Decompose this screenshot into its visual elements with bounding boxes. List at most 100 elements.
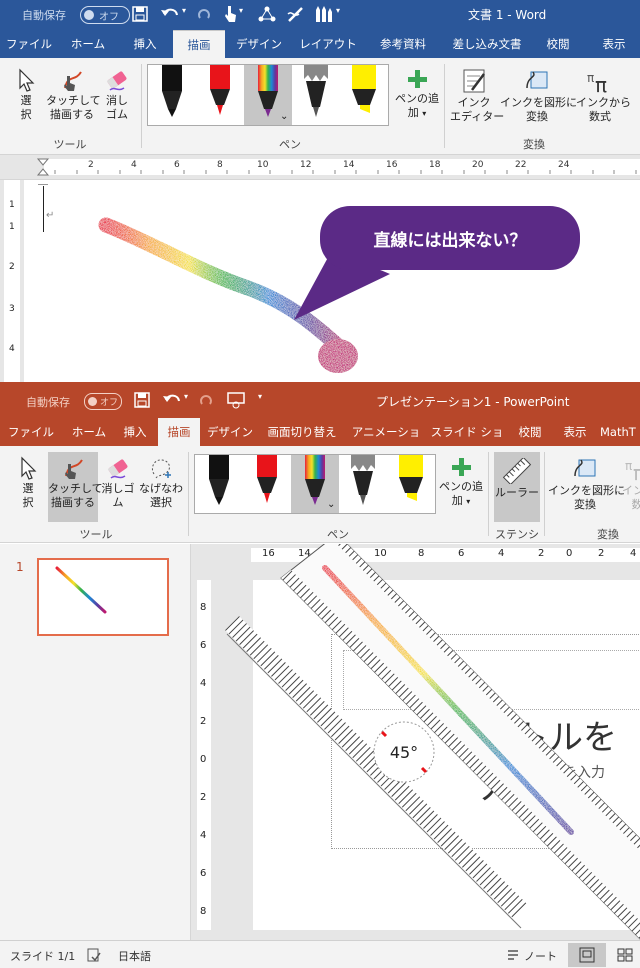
svg-text:π: π [595, 73, 607, 94]
undo-dropdown-icon[interactable]: ▾ [184, 392, 188, 401]
tab-file[interactable]: ファイル [4, 418, 58, 446]
tab-file[interactable]: ファイル [4, 30, 54, 58]
ruler-angle-dial[interactable]: 45° [373, 721, 435, 783]
tools-group-label: ツール [79, 528, 113, 541]
ink-to-shape-button[interactable]: インクを図形に 変換 [548, 456, 625, 512]
tab-references[interactable]: 参考資料 [368, 30, 438, 58]
tab-view[interactable]: 表示 [556, 418, 594, 446]
touch-draw-button[interactable]: タッチして 描画する [48, 452, 103, 522]
add-pen-label: ペンの追 加 [395, 92, 439, 119]
add-pen-button[interactable]: ペンの追 加 ▾ [438, 456, 484, 509]
select-button[interactable]: 選 択 [14, 456, 42, 510]
ink-to-shape-label: インクを図形に 変換 [500, 96, 577, 123]
save-icon[interactable] [134, 392, 150, 408]
undo-icon[interactable] [160, 5, 182, 23]
pen-options-dropdown-icon[interactable]: ⌄ [280, 111, 288, 122]
autosave-toggle[interactable]: オフ [84, 393, 122, 410]
tab-home[interactable]: ホーム [62, 30, 114, 58]
slide-thumbnail[interactable] [37, 558, 169, 636]
word-title-bar: 自動保存 オフ ▾ ▾ ▾ 文書 1 - Word [0, 0, 640, 30]
red-pen-icon [210, 65, 230, 115]
ink-to-math-button[interactable]: ππ インクから 数式 [576, 68, 631, 124]
tab-review[interactable]: 校閲 [510, 418, 550, 446]
pens-icon[interactable] [312, 4, 332, 24]
qat-more-icon[interactable]: ▾ [336, 6, 340, 15]
tab-design[interactable]: デザイン [230, 30, 288, 58]
normal-view-icon [579, 947, 595, 963]
slide-sorter-icon[interactable] [616, 947, 634, 963]
select-button[interactable]: 選 択 [12, 68, 40, 122]
yellow-highlighter-icon [352, 65, 376, 113]
autosave-toggle[interactable]: オフ [80, 6, 130, 24]
tab-insert[interactable]: 挿入 [120, 30, 170, 58]
highlighter-yellow-button[interactable] [340, 65, 388, 125]
pen-rainbow-button[interactable]: ⌄ [291, 455, 339, 513]
undo-icon[interactable] [162, 391, 184, 409]
tab-insert[interactable]: 挿入 [116, 418, 154, 446]
autosave-label: 自動保存 [22, 9, 66, 22]
ink-editor-button[interactable]: インク エディター [450, 68, 504, 124]
tab-view[interactable]: 表示 [592, 30, 636, 58]
tab-animations[interactable]: アニメーション [346, 418, 426, 467]
tab-mailings[interactable]: 差し込み文書 [446, 30, 528, 58]
ink-to-shape-icon [574, 459, 596, 477]
autosave-state: オフ [100, 398, 119, 408]
redo-icon[interactable] [196, 6, 212, 22]
ruler-button[interactable]: ルーラー [494, 452, 540, 522]
touch-dropdown-icon[interactable]: ▾ [239, 6, 243, 15]
redo-icon[interactable] [198, 392, 214, 408]
tab-transitions[interactable]: 画面切り替え [262, 418, 342, 446]
presentation-icon[interactable] [226, 391, 246, 409]
tab-draw[interactable]: 描画 [158, 418, 200, 446]
pen-galaxy-button[interactable] [292, 65, 340, 125]
touch-draw-icon [64, 71, 82, 91]
pen-options-dropdown-icon[interactable]: ⌄ [327, 499, 335, 510]
word-horizontal-ruler[interactable]: 2 4 6 8 10 12 14 16 18 20 22 24 [0, 155, 640, 180]
tab-slideshow[interactable]: スライド ショー [430, 418, 504, 467]
eraser-button[interactable]: 消しゴ ム [100, 456, 136, 510]
pointer-icon [21, 456, 37, 480]
tab-layout[interactable]: レイアウト [296, 30, 360, 58]
ink-to-shape-button[interactable]: インクを図形に 変換 [500, 68, 577, 124]
pen-gallery[interactable]: ⌄ [194, 454, 436, 514]
tab-draw[interactable]: 描画 [173, 30, 225, 59]
pen-galaxy-button[interactable] [339, 455, 387, 513]
connect-icon[interactable] [258, 5, 276, 23]
pen-red-button[interactable] [243, 455, 291, 513]
tab-mathtype[interactable]: MathT [600, 418, 640, 446]
pen-rainbow-button[interactable]: ⌄ [244, 65, 292, 125]
save-icon[interactable] [132, 6, 148, 22]
ink-to-shape-label: インクを図形に 変換 [548, 484, 625, 511]
ruler-stencil[interactable] [225, 544, 640, 940]
tab-design[interactable]: デザイン [204, 418, 256, 446]
undo-dropdown-icon[interactable]: ▾ [182, 6, 186, 15]
pen-gallery[interactable]: ⌄ [147, 64, 389, 126]
ink-replay-icon[interactable] [286, 4, 306, 24]
spell-check-icon[interactable] [86, 947, 102, 963]
ppt-ribbon-tabs: ファイル ホーム 挿入 描画 デザイン 画面切り替え アニメーション スライド … [0, 418, 640, 467]
slide-thumbnail-pane[interactable]: 1 [0, 544, 191, 940]
ruler-icon [502, 458, 532, 484]
touch-mode-icon[interactable] [222, 4, 238, 24]
language-status[interactable]: 日本語 [118, 948, 151, 964]
pen-black-button[interactable] [148, 65, 196, 125]
qat-more-icon[interactable]: ▾ [258, 392, 262, 401]
rainbow-straight-stroke[interactable] [322, 565, 574, 835]
svg-text:π: π [625, 459, 632, 473]
tab-review[interactable]: 校閲 [536, 30, 580, 58]
pen-black-button[interactable] [195, 455, 243, 513]
touch-draw-button[interactable]: タッチして 描画する [46, 68, 101, 122]
notes-button[interactable]: ノート [524, 948, 557, 964]
rainbow-freehand-stroke[interactable] [98, 217, 353, 360]
tab-home[interactable]: ホーム [64, 418, 114, 446]
lasso-select-button[interactable]: なげなわ 選択 [138, 456, 184, 510]
pen-red-button[interactable] [196, 65, 244, 125]
ink-to-math-button[interactable]: ππ インク 数 [622, 456, 640, 512]
add-pen-button[interactable]: ペンの追 加 ▾ [394, 68, 440, 121]
eraser-button[interactable]: 消し ゴム [102, 68, 132, 122]
ppt-overlay-layer: 45° [225, 544, 640, 940]
normal-view-button[interactable] [568, 943, 606, 967]
lasso-label: なげなわ 選択 [139, 482, 183, 509]
highlighter-yellow-button[interactable] [387, 455, 435, 513]
ink-to-math-label: インクから 数式 [576, 96, 631, 123]
